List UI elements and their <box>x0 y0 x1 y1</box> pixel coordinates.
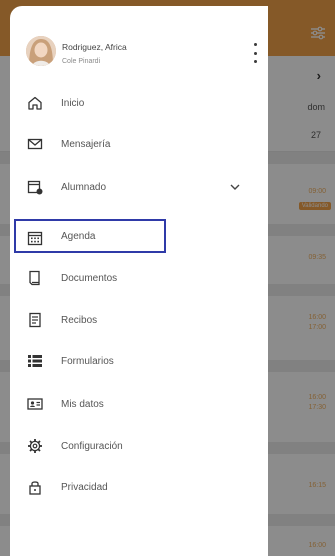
menu-label: Recibos <box>61 314 98 326</box>
document-icon <box>26 269 44 287</box>
form-list-icon <box>26 352 44 370</box>
menu-item-agenda[interactable]: Agenda <box>14 219 166 253</box>
menu-item-documentos[interactable]: Documentos <box>16 261 264 295</box>
menu-item-mis-datos[interactable]: Mis datos <box>16 387 264 421</box>
menu-label: Documentos <box>61 272 118 284</box>
lock-icon <box>26 478 44 496</box>
menu-item-mensajeria[interactable]: Mensajería <box>16 127 264 161</box>
menu-label: Alumnado <box>61 181 107 193</box>
menu-label: Formularios <box>61 355 114 367</box>
menu-label: Configuración <box>61 440 123 452</box>
navigation-drawer: Rodriguez, Africa Cole Pinardi Inicio Me… <box>10 6 268 556</box>
calendar-icon <box>26 229 44 247</box>
more-options-icon[interactable] <box>250 43 260 63</box>
menu-item-formularios[interactable]: Formularios <box>16 344 264 378</box>
menu-item-privacidad[interactable]: Privacidad <box>16 470 264 504</box>
receipt-icon <box>26 311 44 329</box>
mail-icon <box>26 135 44 153</box>
menu-item-alumnado[interactable]: Alumnado <box>16 170 264 204</box>
menu-item-recibos[interactable]: Recibos <box>16 303 264 337</box>
profile-school: Cole Pinardi <box>62 58 101 65</box>
menu-label: Mensajería <box>61 138 111 150</box>
menu-item-inicio[interactable]: Inicio <box>16 86 264 120</box>
menu-item-configuracion[interactable]: Configuración <box>16 429 264 463</box>
menu-label: Inicio <box>61 97 85 109</box>
profile-header: Rodriguez, Africa Cole Pinardi <box>10 6 268 86</box>
student-calendar-icon <box>26 178 44 196</box>
chevron-down-icon[interactable] <box>228 180 242 194</box>
home-icon <box>26 94 44 112</box>
menu-label: Mis datos <box>61 398 104 410</box>
menu-label: Privacidad <box>61 481 108 493</box>
avatar[interactable] <box>26 36 56 66</box>
id-card-icon <box>26 395 44 413</box>
profile-name: Rodriguez, Africa <box>62 42 127 52</box>
gear-icon <box>26 437 44 455</box>
menu-label: Agenda <box>61 230 96 242</box>
